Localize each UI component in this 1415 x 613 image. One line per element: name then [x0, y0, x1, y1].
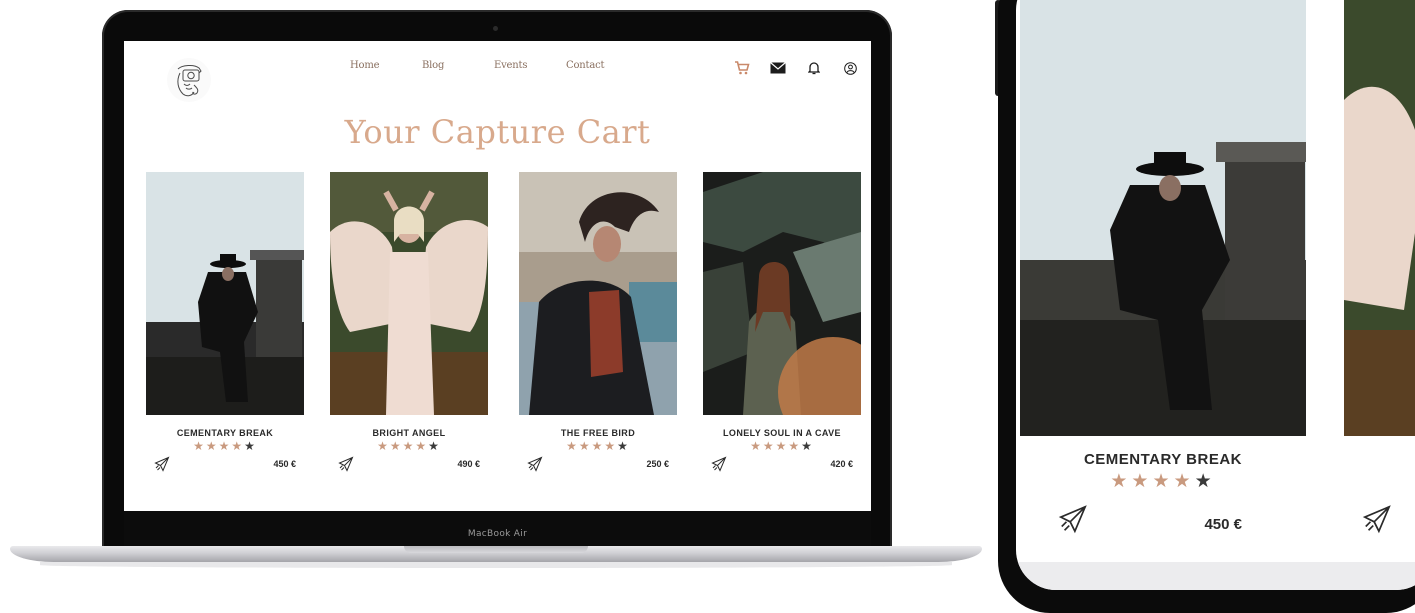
nav-home[interactable]: Home: [350, 60, 422, 71]
product-price: 450 €: [1204, 516, 1242, 533]
star-empty-icon[interactable]: ★: [801, 439, 814, 453]
send-icon[interactable]: [154, 456, 170, 472]
rating-stars[interactable]: ★★★★★: [330, 440, 488, 452]
product-card[interactable]: CEMENTARY BREAK ★★★★★ 450 €: [146, 172, 304, 476]
rating-stars[interactable]: ★★★★★: [146, 440, 304, 452]
send-icon[interactable]: [1362, 504, 1392, 534]
star-filled-icon[interactable]: ★: [788, 439, 801, 453]
star-empty-icon[interactable]: ★: [1195, 471, 1216, 492]
star-filled-icon[interactable]: ★: [1110, 471, 1131, 492]
product-name: CEMENTARY BREAK: [1083, 451, 1243, 468]
star-filled-icon[interactable]: ★: [231, 439, 244, 453]
star-filled-icon[interactable]: ★: [415, 439, 428, 453]
product-photo[interactable]: [703, 172, 871, 447]
star-filled-icon[interactable]: ★: [604, 439, 617, 453]
star-filled-icon[interactable]: ★: [579, 439, 592, 453]
star-filled-icon[interactable]: ★: [193, 439, 206, 453]
product-card[interactable]: THE FREE BIRD ★★★★★ 250 €: [519, 172, 677, 476]
star-filled-icon[interactable]: ★: [566, 439, 579, 453]
star-filled-icon[interactable]: ★: [1174, 471, 1195, 492]
product-price: 250 €: [646, 459, 669, 469]
star-filled-icon[interactable]: ★: [390, 439, 403, 453]
main-nav: Home Blog Events Contact: [350, 60, 638, 71]
star-filled-icon[interactable]: ★: [206, 439, 219, 453]
star-filled-icon[interactable]: ★: [377, 439, 390, 453]
product-price: 420 €: [830, 459, 853, 469]
rating-stars[interactable]: ★★★★★: [519, 440, 677, 452]
star-filled-icon[interactable]: ★: [219, 439, 232, 453]
send-icon[interactable]: [338, 456, 354, 472]
star-filled-icon[interactable]: ★: [776, 439, 789, 453]
star-filled-icon[interactable]: ★: [403, 439, 416, 453]
product-name: BRIGHT ANGEL: [372, 428, 446, 438]
product-card[interactable]: BRIGHT ANGEL ★★★★★ 490 €: [330, 172, 488, 476]
star-filled-icon[interactable]: ★: [750, 439, 763, 453]
product-photo[interactable]: [519, 172, 677, 415]
send-icon[interactable]: [527, 456, 543, 472]
star-empty-icon[interactable]: ★: [617, 439, 630, 453]
star-filled-icon[interactable]: ★: [592, 439, 605, 453]
user-icon[interactable]: [841, 59, 859, 77]
bell-icon[interactable]: [805, 59, 823, 77]
star-filled-icon[interactable]: ★: [1131, 471, 1152, 492]
laptop-camera: [493, 26, 498, 31]
nav-blog[interactable]: Blog: [422, 60, 494, 71]
phone-bottom-bar: [1016, 562, 1415, 590]
star-empty-icon[interactable]: ★: [244, 439, 257, 453]
mail-icon[interactable]: [769, 59, 787, 77]
product-photo[interactable]: [146, 172, 304, 415]
product-photo[interactable]: [330, 172, 488, 415]
rating-stars[interactable]: ★★★★★: [1020, 472, 1306, 492]
star-filled-icon[interactable]: ★: [763, 439, 776, 453]
cart-icon[interactable]: [733, 59, 751, 77]
phone-screen: CEMENTARY BREAK ★★★★★ 450 €: [1016, 0, 1415, 590]
product-card[interactable]: LONELY SOUL IN A CAVE ★★★★★ 420 €: [703, 172, 871, 476]
laptop-hinge-notch: [404, 546, 588, 553]
next-product-photo[interactable]: [1344, 0, 1415, 436]
send-icon[interactable]: [711, 456, 727, 472]
rating-stars[interactable]: ★★★★★: [703, 440, 861, 452]
product-price: 490 €: [457, 459, 480, 469]
send-icon[interactable]: [1058, 504, 1088, 534]
product-name: LONELY SOUL IN A CAVE: [723, 428, 841, 438]
nav-icon-bar: [733, 59, 859, 77]
page-title: Your Capture Cart: [344, 113, 651, 151]
laptop-model-label: MacBook Air: [467, 529, 528, 539]
logo-icon[interactable]: [166, 57, 212, 103]
product-name: CEMENTARY BREAK: [176, 428, 274, 438]
nav-contact[interactable]: Contact: [566, 60, 638, 71]
laptop-shadow: [40, 562, 952, 568]
nav-events[interactable]: Events: [494, 60, 566, 71]
laptop-bezel-bottom: MacBook Air: [124, 511, 871, 547]
laptop-screen: Home Blog Events Contact Your Capture Ca…: [124, 41, 871, 511]
star-filled-icon[interactable]: ★: [1152, 471, 1173, 492]
product-card[interactable]: CEMENTARY BREAK ★★★★★ 450 €: [1020, 0, 1306, 534]
star-empty-icon[interactable]: ★: [428, 439, 441, 453]
product-price: 450 €: [273, 459, 296, 469]
product-name: THE FREE BIRD: [560, 428, 636, 438]
product-photo[interactable]: [1020, 0, 1306, 436]
